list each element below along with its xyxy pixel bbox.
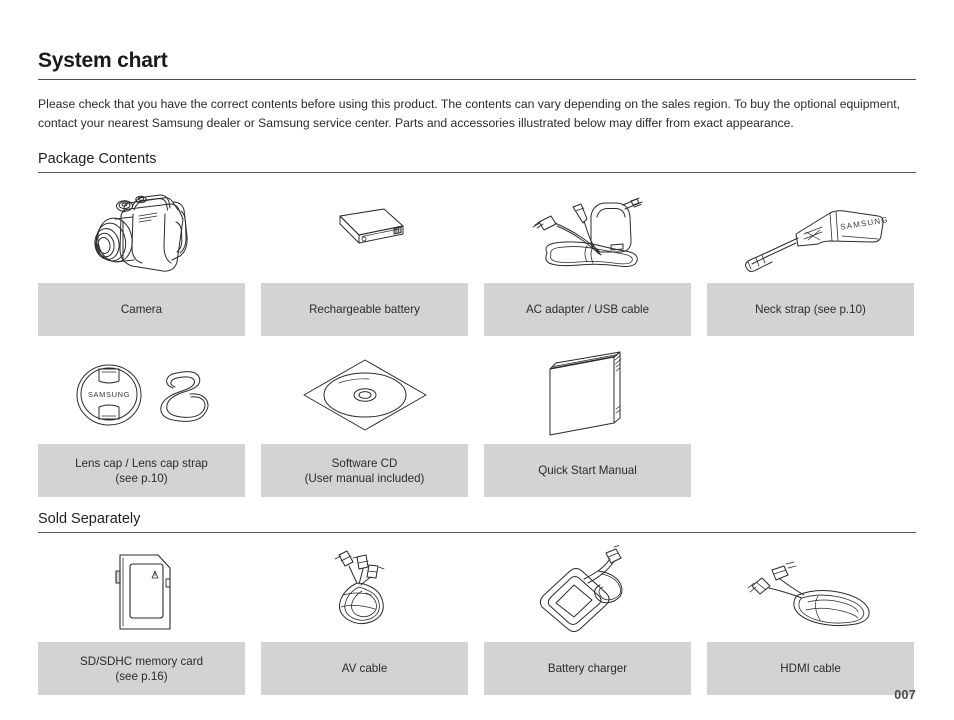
caption-line-1: Lens cap / Lens cap strap bbox=[75, 456, 208, 470]
section-heading-package-contents: Package Contents bbox=[38, 151, 157, 167]
section-sold-separately: Sold Separately SD/SDHC memory card (see… bbox=[38, 510, 916, 695]
caption-line-2: (User manual included) bbox=[304, 471, 425, 485]
lens-cap-brand-text: SAMSUNG bbox=[87, 390, 129, 399]
software-cd-illustration bbox=[261, 346, 468, 444]
battery-illustration bbox=[261, 185, 468, 283]
caption-line-1: Rechargeable battery bbox=[309, 303, 420, 316]
caption-av-cable: AV cable bbox=[261, 642, 468, 695]
lens-cap-illustration: SAMSUNG bbox=[38, 346, 245, 444]
item-lens-cap: SAMSUNG Lens cap / Lens cap strap (see p… bbox=[38, 346, 245, 497]
item-ac-adapter-usb-cable: AC adapter / USB cable bbox=[484, 185, 691, 336]
caption-battery-charger: Battery charger bbox=[484, 642, 691, 695]
caption-line-2: (see p.16) bbox=[115, 669, 168, 683]
caption-line-1: SD/SDHC memory card bbox=[79, 654, 204, 668]
caption-software-cd: Software CD (User manual included) bbox=[261, 444, 468, 497]
quick-start-manual-illustration bbox=[484, 346, 691, 444]
caption-line-1: AV cable bbox=[341, 662, 388, 675]
caption-line-1: HDMI cable bbox=[780, 662, 841, 675]
item-quick-start-manual: Quick Start Manual bbox=[484, 346, 691, 497]
item-rechargeable-battery: Rechargeable battery bbox=[261, 185, 468, 336]
page-title: System chart bbox=[38, 49, 168, 72]
item-neck-strap: SAMSUNG Neck strap (see p.10) bbox=[707, 185, 914, 336]
item-battery-charger: Battery charger bbox=[484, 544, 691, 695]
caption-line-1: AC adapter / USB cable bbox=[525, 303, 650, 316]
neck-strap-illustration: SAMSUNG bbox=[707, 185, 914, 283]
section-package-contents: Package Contents Camera Rechargeable bat… bbox=[38, 150, 916, 497]
item-camera: Camera bbox=[38, 185, 245, 336]
caption-quick-start-manual: Quick Start Manual bbox=[484, 444, 691, 497]
title-divider bbox=[38, 79, 916, 80]
caption-line-1: Software CD bbox=[331, 456, 398, 470]
intro-paragraph: Please check that you have the correct c… bbox=[38, 97, 901, 130]
caption-camera: Camera bbox=[38, 283, 245, 336]
sold-separately-row-1: SD/SDHC memory card (see p.16) AV cable … bbox=[38, 544, 916, 695]
item-av-cable: AV cable bbox=[261, 544, 468, 695]
section-divider-package-contents bbox=[38, 172, 916, 173]
ac-adapter-usb-cable-illustration bbox=[484, 185, 691, 283]
item-hdmi-cable: HDMI cable bbox=[707, 544, 914, 695]
camera-illustration bbox=[38, 185, 245, 283]
caption-neck-strap: Neck strap (see p.10) bbox=[707, 283, 914, 336]
sd-card-illustration bbox=[38, 544, 245, 642]
package-row-2: SAMSUNG Lens cap / Lens cap strap (see p… bbox=[38, 346, 916, 497]
caption-line-1: Quick Start Manual bbox=[538, 464, 637, 477]
hdmi-cable-illustration bbox=[707, 544, 914, 642]
package-row-1: Camera Rechargeable battery AC adapter /… bbox=[38, 185, 916, 336]
item-sd-memory-card: SD/SDHC memory card (see p.16) bbox=[38, 544, 245, 695]
section-divider-sold-separately bbox=[38, 532, 916, 533]
battery-charger-illustration bbox=[484, 544, 691, 642]
section-heading-sold-separately: Sold Separately bbox=[38, 511, 141, 527]
caption-sd-memory-card: SD/SDHC memory card (see p.16) bbox=[38, 642, 245, 695]
caption-ac-adapter-usb-cable: AC adapter / USB cable bbox=[484, 283, 691, 336]
caption-rechargeable-battery: Rechargeable battery bbox=[261, 283, 468, 336]
caption-line-1: Battery charger bbox=[547, 662, 628, 675]
caption-line-2: (see p.10) bbox=[115, 471, 168, 485]
manual-page: System chart Please check that you have … bbox=[0, 0, 954, 720]
caption-line-1: Camera bbox=[120, 303, 163, 316]
page-number: 007 bbox=[894, 688, 916, 702]
av-cable-illustration bbox=[261, 544, 468, 642]
caption-lens-cap: Lens cap / Lens cap strap (see p.10) bbox=[38, 444, 245, 497]
item-software-cd: Software CD (User manual included) bbox=[261, 346, 468, 497]
caption-line-1: Neck strap (see p.10) bbox=[755, 303, 866, 316]
caption-hdmi-cable: HDMI cable bbox=[707, 642, 914, 695]
